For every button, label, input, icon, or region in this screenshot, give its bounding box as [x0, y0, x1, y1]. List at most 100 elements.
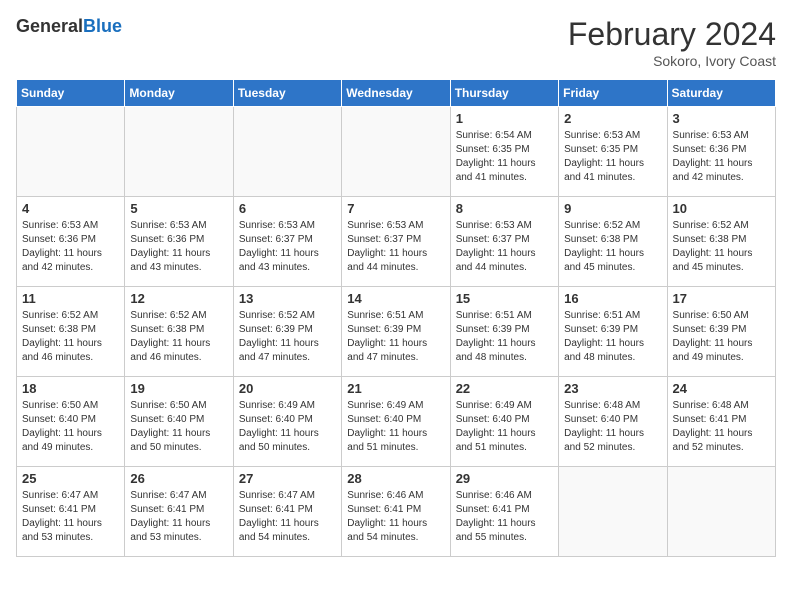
logo: General GeneralBlue — [16, 16, 122, 37]
calendar-table: SundayMondayTuesdayWednesdayThursdayFrid… — [16, 79, 776, 557]
day-info: Sunrise: 6:54 AM Sunset: 6:35 PM Dayligh… — [456, 129, 553, 185]
month-title: February 2024 — [568, 16, 776, 53]
week-row-5: 25 Sunrise: 6:47 AM Sunset: 6:41 PM Dayli… — [17, 467, 776, 557]
week-row-3: 11 Sunrise: 6:52 AM Sunset: 6:38 PM Dayli… — [17, 287, 776, 377]
day-number: 16 — [564, 291, 661, 306]
calendar-cell: 1 Sunrise: 6:54 AM Sunset: 6:35 PM Daylig… — [450, 107, 558, 197]
calendar-cell: 25Sunrise: 6:47 AM Sunset: 6:41 PM Dayli… — [17, 467, 125, 557]
day-info: Sunrise: 6:48 AM Sunset: 6:40 PM Dayligh… — [564, 399, 661, 455]
day-info: Sunrise: 6:46 AM Sunset: 6:41 PM Dayligh… — [347, 489, 444, 545]
calendar-cell: 8Sunrise: 6:53 AM Sunset: 6:37 PM Daylig… — [450, 197, 558, 287]
logo-general-text: General — [16, 16, 83, 36]
calendar-cell: 4 Sunrise: 6:53 AM Sunset: 6:36 PM Daylig… — [17, 197, 125, 287]
day-number: 25 — [22, 471, 119, 486]
week-row-2: 4 Sunrise: 6:53 AM Sunset: 6:36 PM Daylig… — [17, 197, 776, 287]
day-number: 9 — [564, 201, 661, 216]
day-number: 6 — [239, 201, 336, 216]
calendar-cell: 23 Sunrise: 6:48 AM Sunset: 6:40 PM Dayli… — [559, 377, 667, 467]
day-number: 19 — [130, 381, 227, 396]
header: General GeneralBlue February 2024 Sokoro… — [16, 16, 776, 69]
day-info: Sunrise: 6:52 AM Sunset: 6:38 PM Dayligh… — [673, 219, 770, 275]
calendar-cell: 6Sunrise: 6:53 AM Sunset: 6:37 PM Daylig… — [233, 197, 341, 287]
day-number: 8 — [456, 201, 553, 216]
calendar-cell: 12Sunrise: 6:52 AM Sunset: 6:38 PM Dayli… — [125, 287, 233, 377]
day-number: 14 — [347, 291, 444, 306]
day-info: Sunrise: 6:47 AM Sunset: 6:41 PM Dayligh… — [130, 489, 227, 545]
day-number: 18 — [22, 381, 119, 396]
header-wednesday: Wednesday — [342, 80, 450, 107]
calendar-cell: 7 Sunrise: 6:53 AM Sunset: 6:37 PM Daylig… — [342, 197, 450, 287]
calendar-cell: 9 Sunrise: 6:52 AM Sunset: 6:38 PM Daylig… — [559, 197, 667, 287]
calendar-cell: 24 Sunrise: 6:48 AM Sunset: 6:41 PM Dayli… — [667, 377, 775, 467]
day-number: 22 — [456, 381, 553, 396]
day-info: Sunrise: 6:51 AM Sunset: 6:39 PM Dayligh… — [347, 309, 444, 365]
day-info: Sunrise: 6:46 AM Sunset: 6:41 PM Dayligh… — [456, 489, 553, 545]
day-number: 15 — [456, 291, 553, 306]
calendar-cell: 29 Sunrise: 6:46 AM Sunset: 6:41 PM Dayli… — [450, 467, 558, 557]
day-number: 12 — [130, 291, 227, 306]
week-row-1: 1 Sunrise: 6:54 AM Sunset: 6:35 PM Daylig… — [17, 107, 776, 197]
calendar-cell: 11 Sunrise: 6:52 AM Sunset: 6:38 PM Dayli… — [17, 287, 125, 377]
day-number: 23 — [564, 381, 661, 396]
calendar-cell — [233, 107, 341, 197]
day-number: 13 — [239, 291, 336, 306]
day-info: Sunrise: 6:47 AM Sunset: 6:41 PM Dayligh… — [239, 489, 336, 545]
calendar-cell: 27 Sunrise: 6:47 AM Sunset: 6:41 PM Dayli… — [233, 467, 341, 557]
header-monday: Monday — [125, 80, 233, 107]
day-info: Sunrise: 6:52 AM Sunset: 6:38 PM Dayligh… — [564, 219, 661, 275]
header-friday: Friday — [559, 80, 667, 107]
day-number: 3 — [673, 111, 770, 126]
calendar-cell: 22 Sunrise: 6:49 AM Sunset: 6:40 PM Dayli… — [450, 377, 558, 467]
day-number: 21 — [347, 381, 444, 396]
day-number: 1 — [456, 111, 553, 126]
calendar-cell — [667, 467, 775, 557]
day-number: 10 — [673, 201, 770, 216]
calendar-cell: 14 Sunrise: 6:51 AM Sunset: 6:39 PM Dayli… — [342, 287, 450, 377]
day-info: Sunrise: 6:50 AM Sunset: 6:39 PM Dayligh… — [673, 309, 770, 365]
title-area: February 2024 Sokoro, Ivory Coast — [568, 16, 776, 69]
calendar-cell: 16Sunrise: 6:51 AM Sunset: 6:39 PM Dayli… — [559, 287, 667, 377]
header-thursday: Thursday — [450, 80, 558, 107]
calendar-cell: 13 Sunrise: 6:52 AM Sunset: 6:39 PM Dayli… — [233, 287, 341, 377]
calendar-cell: 21Sunrise: 6:49 AM Sunset: 6:40 PM Dayli… — [342, 377, 450, 467]
header-sunday: Sunday — [17, 80, 125, 107]
calendar-cell: 18Sunrise: 6:50 AM Sunset: 6:40 PM Dayli… — [17, 377, 125, 467]
day-number: 17 — [673, 291, 770, 306]
day-number: 27 — [239, 471, 336, 486]
day-info: Sunrise: 6:52 AM Sunset: 6:38 PM Dayligh… — [22, 309, 119, 365]
calendar-cell — [125, 107, 233, 197]
day-number: 4 — [22, 201, 119, 216]
calendar-header-row: SundayMondayTuesdayWednesdayThursdayFrid… — [17, 80, 776, 107]
logo-blue-text: Blue — [83, 16, 122, 36]
day-info: Sunrise: 6:53 AM Sunset: 6:36 PM Dayligh… — [673, 129, 770, 185]
day-info: Sunrise: 6:48 AM Sunset: 6:41 PM Dayligh… — [673, 399, 770, 455]
day-info: Sunrise: 6:51 AM Sunset: 6:39 PM Dayligh… — [456, 309, 553, 365]
calendar-cell: 2 Sunrise: 6:53 AM Sunset: 6:35 PM Daylig… — [559, 107, 667, 197]
calendar-cell: 17 Sunrise: 6:50 AM Sunset: 6:39 PM Dayli… — [667, 287, 775, 377]
calendar-cell: 28 Sunrise: 6:46 AM Sunset: 6:41 PM Dayli… — [342, 467, 450, 557]
day-number: 26 — [130, 471, 227, 486]
day-number: 5 — [130, 201, 227, 216]
day-info: Sunrise: 6:53 AM Sunset: 6:36 PM Dayligh… — [130, 219, 227, 275]
day-info: Sunrise: 6:52 AM Sunset: 6:39 PM Dayligh… — [239, 309, 336, 365]
calendar-cell — [342, 107, 450, 197]
day-number: 29 — [456, 471, 553, 486]
day-number: 28 — [347, 471, 444, 486]
day-number: 7 — [347, 201, 444, 216]
day-info: Sunrise: 6:49 AM Sunset: 6:40 PM Dayligh… — [456, 399, 553, 455]
day-info: Sunrise: 6:49 AM Sunset: 6:40 PM Dayligh… — [239, 399, 336, 455]
calendar-cell: 20Sunrise: 6:49 AM Sunset: 6:40 PM Dayli… — [233, 377, 341, 467]
day-info: Sunrise: 6:53 AM Sunset: 6:37 PM Dayligh… — [347, 219, 444, 275]
calendar-cell: 3 Sunrise: 6:53 AM Sunset: 6:36 PM Daylig… — [667, 107, 775, 197]
calendar-cell: 5 Sunrise: 6:53 AM Sunset: 6:36 PM Daylig… — [125, 197, 233, 287]
day-info: Sunrise: 6:50 AM Sunset: 6:40 PM Dayligh… — [130, 399, 227, 455]
header-saturday: Saturday — [667, 80, 775, 107]
day-number: 24 — [673, 381, 770, 396]
calendar-cell: 26 Sunrise: 6:47 AM Sunset: 6:41 PM Dayli… — [125, 467, 233, 557]
day-number: 2 — [564, 111, 661, 126]
day-info: Sunrise: 6:53 AM Sunset: 6:35 PM Dayligh… — [564, 129, 661, 185]
day-info: Sunrise: 6:53 AM Sunset: 6:36 PM Dayligh… — [22, 219, 119, 275]
day-number: 11 — [22, 291, 119, 306]
calendar-cell: 10 Sunrise: 6:52 AM Sunset: 6:38 PM Dayli… — [667, 197, 775, 287]
header-tuesday: Tuesday — [233, 80, 341, 107]
